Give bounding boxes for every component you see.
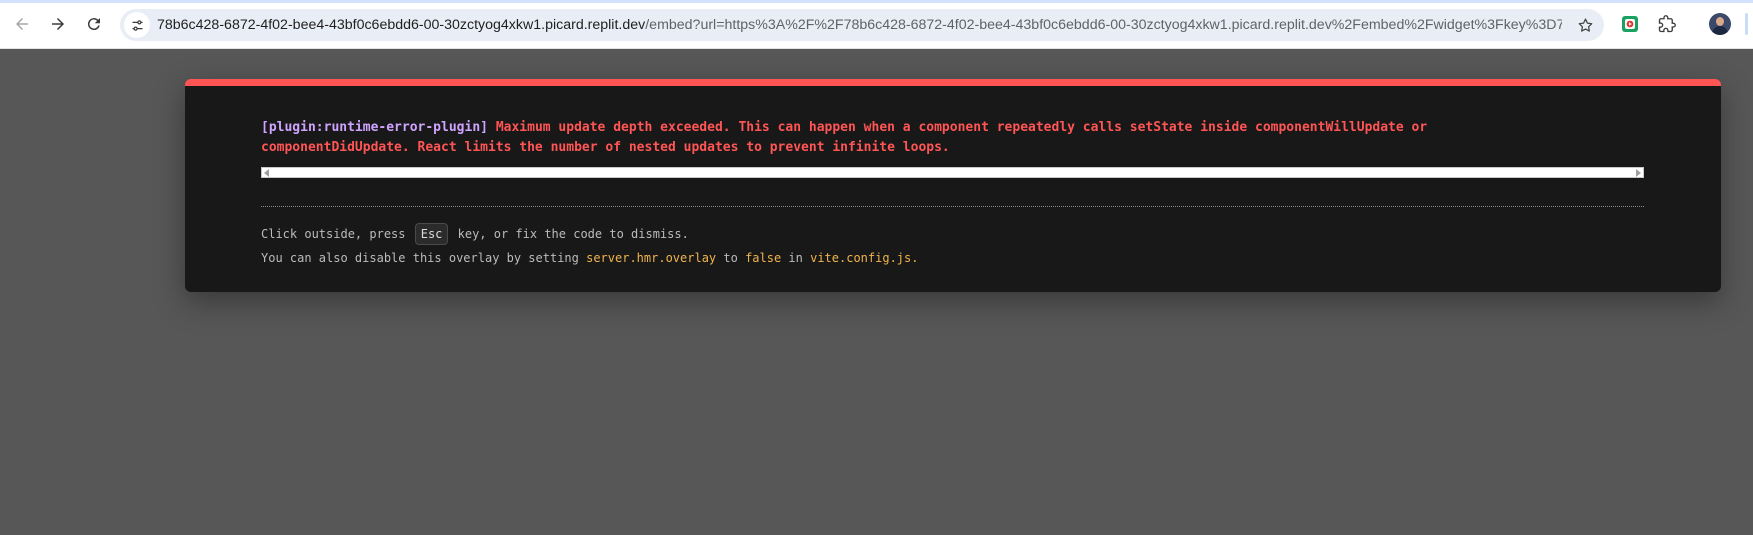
scroll-left-icon[interactable] [264,169,269,177]
forward-icon [52,18,64,30]
divider [261,206,1644,207]
site-info-button[interactable] [124,12,150,38]
tip-prefix: Click outside, press [261,227,413,241]
site-info-icon [132,19,142,31]
tip2-prefix: You can also disable this overlay by set… [261,251,587,265]
avatar-body [1712,26,1728,35]
puzzle-icon [1658,15,1676,33]
menu-edge [1745,13,1748,35]
back-button[interactable] [7,9,37,39]
scroll-right-icon[interactable] [1636,169,1641,177]
extension-icon [1622,16,1638,32]
reload-button[interactable] [79,9,109,39]
browser-toolbar: 78b6c428-6872-4f02-bee4-43bf0c6ebdd6-00-… [0,0,1753,49]
bookmark-button[interactable] [1574,14,1596,36]
tip2-mid: to [716,251,746,265]
avatar[interactable] [1709,13,1731,35]
bookmark-star-icon [1578,17,1592,32]
reload-icon [87,18,100,31]
tip2-in: in [781,251,811,265]
plugin-name: [plugin:runtime-error-plugin] [261,120,488,135]
tip-suffix: key, or fix the code to dismiss. [450,227,689,241]
error-overlay: [plugin:runtime-error-plugin] Maximum up… [185,79,1721,292]
setting-value: false [745,251,782,265]
disable-tip: You can also disable this overlay by set… [261,248,918,268]
url-text[interactable]: 78b6c428-6872-4f02-bee4-43bf0c6ebdd6-00-… [157,9,1562,41]
url-host: 78b6c428-6872-4f02-bee4-43bf0c6ebdd6-00-… [157,17,646,33]
esc-key: Esc [414,223,449,245]
forward-button[interactable] [43,9,73,39]
avatar-face [1716,17,1724,26]
dismiss-tip: Click outside, press Esc key, or fix the… [261,223,689,245]
setting-name: server.hmr.overlay [586,251,717,265]
extensions-menu-button[interactable] [1657,14,1677,34]
back-icon [16,18,28,30]
config-file: vite.config.js [810,251,912,265]
tip2-end: . [911,251,919,265]
extension-button[interactable] [1620,14,1640,34]
toolbar-top-accent [0,0,1753,3]
url-path: /embed?url=https%3A%2F%2F78b6c428-6872-4… [645,17,1562,33]
error-message: [plugin:runtime-error-plugin] Maximum up… [261,118,1661,158]
horizontal-scrollbar[interactable] [261,167,1644,178]
address-bar[interactable]: 78b6c428-6872-4f02-bee4-43bf0c6ebdd6-00-… [120,9,1604,41]
